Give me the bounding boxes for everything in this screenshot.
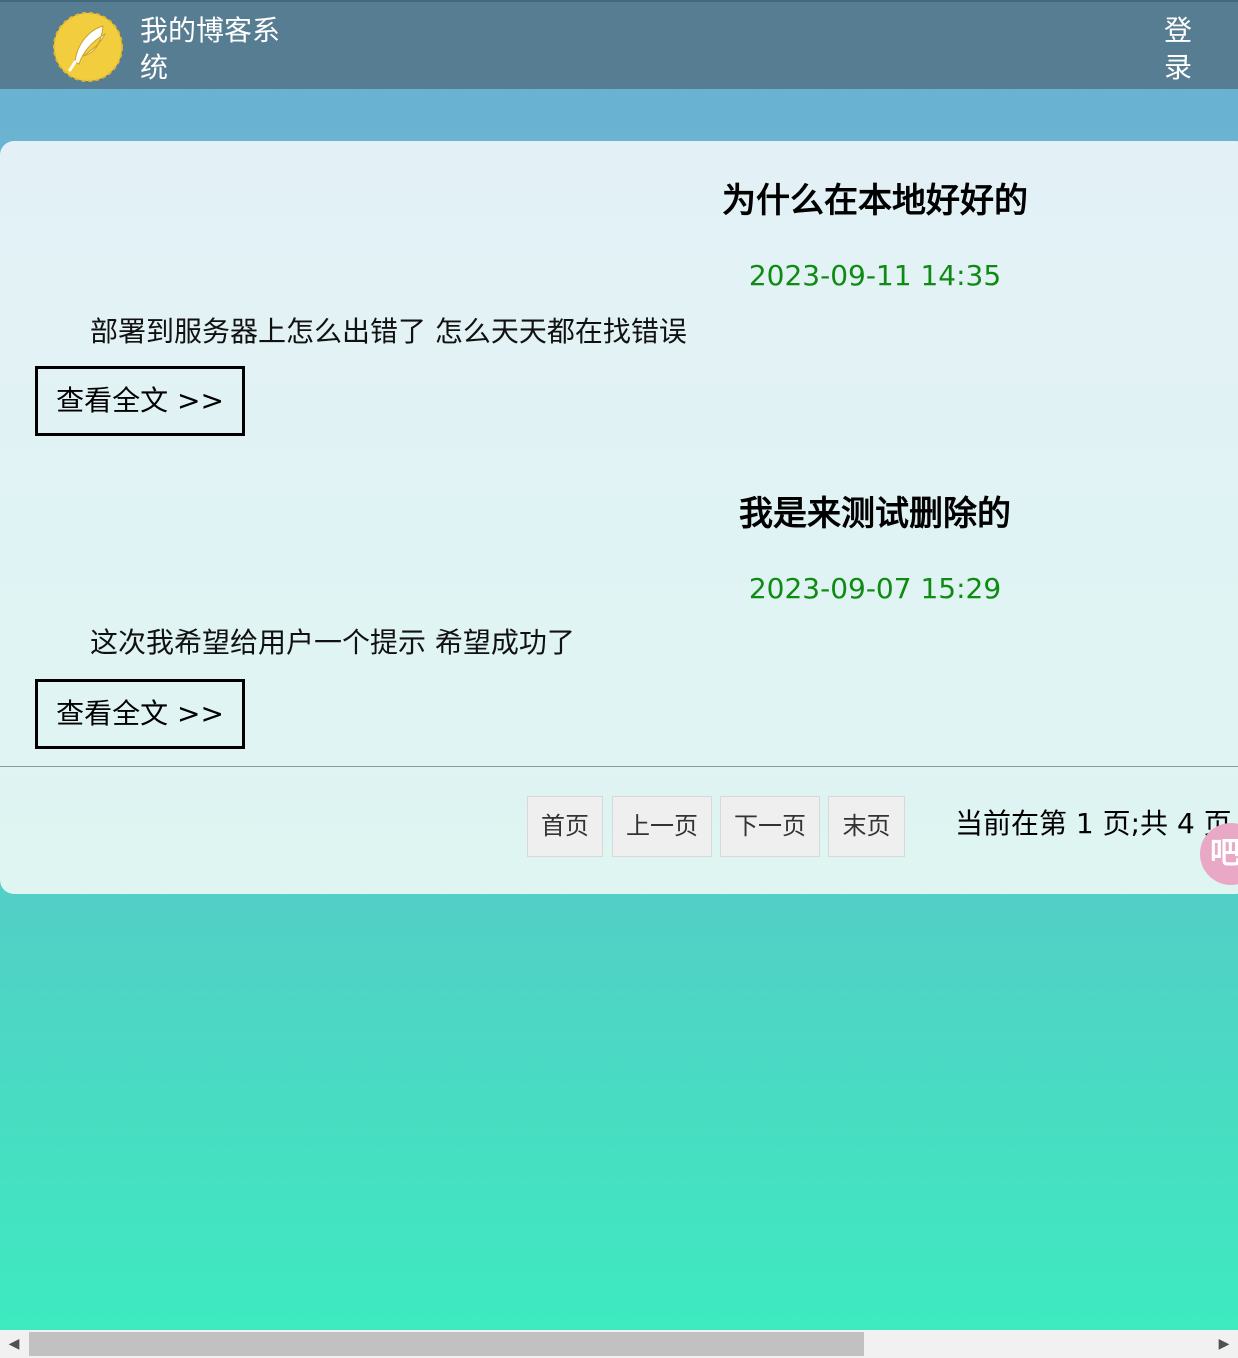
scroll-left-arrow-icon[interactable]: ◀ [0, 1330, 28, 1358]
post-description: 部署到服务器上怎么出错了 怎么天天都在找错误 [90, 315, 687, 348]
login-link[interactable]: 登录 [1164, 12, 1200, 86]
navbar: 我的博客系统 登录 [0, 0, 1238, 89]
post-date: 2023-09-07 15:29 [748, 572, 1002, 605]
blog-list-container: 为什么在本地好好的 2023-09-11 14:35 部署到服务器上怎么出错了 … [0, 141, 1238, 894]
view-full-button[interactable]: 查看全文 >> [35, 366, 245, 436]
next-page-button[interactable]: 下一页 [720, 796, 820, 857]
scrollbar-thumb[interactable] [29, 1332, 864, 1356]
scroll-right-arrow-icon[interactable]: ▶ [1210, 1330, 1238, 1358]
first-page-button[interactable]: 首页 [527, 796, 603, 857]
post-date: 2023-09-11 14:35 [748, 259, 1002, 292]
view-full-button[interactable]: 查看全文 >> [35, 679, 245, 749]
post-description: 这次我希望给用户一个提示 希望成功了 [90, 626, 575, 659]
post-title: 为什么在本地好好的 [722, 181, 1028, 221]
site-title: 我的博客系统 [140, 14, 281, 84]
pagination-divider [0, 766, 1238, 767]
post-title: 我是来测试删除的 [739, 494, 1011, 534]
prev-page-button[interactable]: 上一页 [612, 796, 712, 857]
horizontal-scrollbar[interactable]: ◀ ▶ [0, 1330, 1238, 1358]
page-info: 当前在第 1 页;共 4 页 [955, 807, 1232, 840]
last-page-button[interactable]: 末页 [828, 796, 905, 857]
feather-quill-icon[interactable] [53, 12, 123, 82]
